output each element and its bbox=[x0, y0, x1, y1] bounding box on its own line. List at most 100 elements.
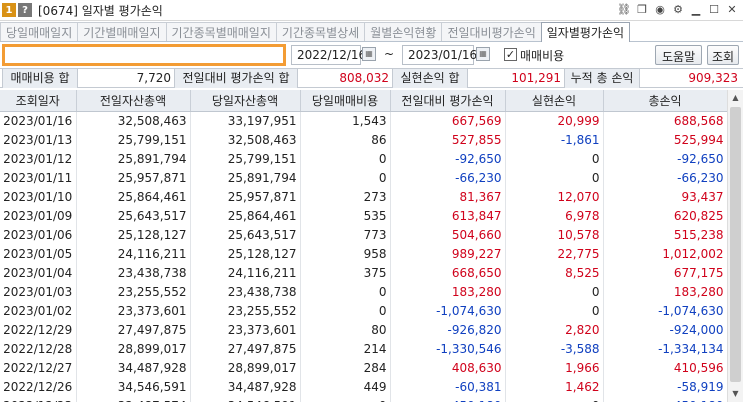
tab-4[interactable]: 월별손익현황 bbox=[364, 22, 443, 41]
table-cell: 25,643,517 bbox=[76, 206, 191, 225]
tab-0[interactable]: 당일매매일지 bbox=[0, 22, 79, 41]
table-row[interactable]: 2022/12/28 28,899,017 27,497,875 214 -1,330,… bbox=[0, 339, 727, 358]
table-cell: -66,230 bbox=[390, 168, 506, 187]
table-row[interactable]: 2023/01/04 23,438,738 24,116,211 375 668,650… bbox=[0, 263, 727, 282]
table-row[interactable]: 2022/12/29 27,497,875 23,373,601 80 -926,820… bbox=[0, 320, 727, 339]
calendar-icon[interactable]: ▦ bbox=[362, 47, 376, 61]
table-cell: 0 bbox=[300, 149, 391, 168]
data-grid[interactable]: 조회일자 전일자산총액 당일자산총액 당일매매비용 전일대비 평가손익 실현손익 총손익 2… bbox=[0, 90, 727, 402]
start-date-input[interactable]: 2022/12/16 bbox=[291, 45, 366, 65]
table-cell: 667,569 bbox=[390, 111, 506, 130]
fee-checkbox-label[interactable]: 매매비용 bbox=[520, 47, 564, 64]
table-cell: -92,650 bbox=[390, 149, 506, 168]
table-cell: -60,381 bbox=[390, 377, 506, 396]
table-cell: 32,487,574 bbox=[76, 396, 191, 402]
column-header[interactable]: 당일자산총액 bbox=[190, 90, 301, 112]
table-cell: -1,861 bbox=[505, 130, 604, 149]
table-cell: 80 bbox=[300, 320, 391, 339]
title-bar: 1 ? [0674] 일자별 평가손익 ⛓ ❐ ◉ ⚙ ▁ ☐ ✕ bbox=[0, 0, 743, 21]
table-cell: 214 bbox=[300, 339, 391, 358]
tab-5[interactable]: 전일대비평가손익 bbox=[441, 22, 542, 41]
vertical-scrollbar[interactable]: ▲ ▼ bbox=[727, 90, 743, 402]
table-row[interactable]: 2023/01/11 25,957,871 25,891,794 0 -66,230 0-… bbox=[0, 168, 727, 187]
eval-pl-label: 전일대비 평가손익 합 bbox=[174, 69, 298, 88]
table-row[interactable]: 2023/01/02 23,373,601 23,255,552 0 -1,074,63… bbox=[0, 301, 727, 320]
table-cell: -450,180 bbox=[390, 396, 506, 402]
tab-2[interactable]: 기간종목별매매일지 bbox=[165, 22, 277, 41]
table-cell: 2023/01/11 bbox=[0, 168, 77, 187]
table-cell: 527,855 bbox=[390, 130, 506, 149]
table-cell: 2023/01/04 bbox=[0, 263, 77, 282]
table-cell: 22,775 bbox=[505, 244, 604, 263]
table-row[interactable]: 2023/01/05 24,116,211 25,128,127 958 989,227… bbox=[0, 244, 727, 263]
link-icon[interactable]: ⛓ bbox=[617, 3, 631, 17]
table-cell: 25,799,151 bbox=[190, 149, 301, 168]
camera-icon[interactable]: ◉ bbox=[653, 3, 667, 17]
table-row[interactable]: 2023/01/12 25,891,794 25,799,151 0 -92,650 0-… bbox=[0, 149, 727, 168]
cumulative-label: 누적 총 손익 bbox=[564, 69, 640, 88]
table-row[interactable]: 2022/12/26 34,546,591 34,487,928 449 -60,381… bbox=[0, 377, 727, 396]
table-cell: 2022/12/26 bbox=[0, 377, 77, 396]
column-header[interactable]: 총손익 bbox=[603, 90, 727, 112]
column-header[interactable]: 전일대비 평가손익 bbox=[390, 90, 506, 112]
table-cell: 2023/01/06 bbox=[0, 225, 77, 244]
table-cell: -92,650 bbox=[603, 149, 727, 168]
table-row[interactable]: 2022/12/2332,487,57434,546,5910-450,1800… bbox=[0, 396, 727, 402]
table-cell: 25,891,794 bbox=[76, 149, 191, 168]
end-date-input[interactable]: 2023/01/16 bbox=[402, 45, 477, 65]
scroll-down-icon[interactable]: ▼ bbox=[728, 386, 743, 402]
table-cell: -450,180 bbox=[603, 396, 727, 402]
tab-bar: 당일매매일지 기간별매매일지 기간종목별매매일지 기간종목별상세 월별손익현황 전일대비평… bbox=[0, 22, 743, 42]
table-cell: 8,525 bbox=[505, 263, 604, 282]
table-cell: 2023/01/05 bbox=[0, 244, 77, 263]
table-cell: 0 bbox=[505, 168, 604, 187]
scroll-thumb[interactable] bbox=[730, 107, 741, 382]
table-row[interactable]: 2023/01/13 25,799,151 32,508,463 86 527,855-… bbox=[0, 130, 727, 149]
scroll-up-icon[interactable]: ▲ bbox=[728, 90, 743, 106]
help-icon[interactable]: ? bbox=[18, 3, 32, 17]
table-cell: 25,891,794 bbox=[190, 168, 301, 187]
tab-6[interactable]: 일자별평가손익 bbox=[540, 22, 631, 42]
calendar-icon[interactable]: ▦ bbox=[476, 47, 490, 61]
table-cell: 773 bbox=[300, 225, 391, 244]
table-cell: 0 bbox=[505, 396, 604, 402]
table-row[interactable]: 2023/01/06 25,128,127 25,643,517 773 504,660… bbox=[0, 225, 727, 244]
fee-total-label: 매매비용 합 bbox=[2, 69, 78, 88]
table-row[interactable]: 2023/01/16 32,508,463 33,197,951 1,543 667,5… bbox=[0, 111, 727, 130]
copy-icon[interactable]: ❐ bbox=[635, 3, 649, 17]
tab-1[interactable]: 기간별매매일지 bbox=[77, 22, 167, 41]
table-cell: 525,994 bbox=[603, 130, 727, 149]
column-header[interactable]: 조회일자 bbox=[0, 90, 77, 112]
fee-checkbox[interactable]: ✓ bbox=[504, 48, 517, 61]
table-cell: 449 bbox=[300, 377, 391, 396]
tab-3[interactable]: 기간종목별상세 bbox=[275, 22, 366, 41]
table-cell: 613,847 bbox=[390, 206, 506, 225]
eval-pl-value: 808,032 bbox=[339, 71, 389, 85]
table-row[interactable]: 2023/01/03 23,255,552 23,438,738 0 183,280 0 1… bbox=[0, 282, 727, 301]
table-cell: 958 bbox=[300, 244, 391, 263]
table-cell: 25,128,127 bbox=[190, 244, 301, 263]
query-button[interactable]: 조회 bbox=[707, 45, 740, 65]
maximize-icon[interactable]: ☐ bbox=[707, 3, 721, 17]
column-header[interactable]: 당일매매비용 bbox=[300, 90, 391, 112]
table-cell: 25,864,461 bbox=[190, 206, 301, 225]
table-cell: 23,373,601 bbox=[76, 301, 191, 320]
minimize-icon[interactable]: ▁ bbox=[689, 3, 703, 17]
table-cell: 32,508,463 bbox=[76, 111, 191, 130]
column-header[interactable]: 실현손익 bbox=[505, 90, 604, 112]
table-cell: 24,116,211 bbox=[76, 244, 191, 263]
column-header[interactable]: 전일자산총액 bbox=[76, 90, 191, 112]
table-cell: 25,643,517 bbox=[190, 225, 301, 244]
close-icon[interactable]: ✕ bbox=[725, 3, 739, 17]
table-row[interactable]: 2022/12/27 34,487,928 28,899,017 284 408,630… bbox=[0, 358, 727, 377]
table-cell: -926,820 bbox=[390, 320, 506, 339]
help-button[interactable]: 도움말 bbox=[655, 45, 703, 65]
table-cell: -1,074,630 bbox=[603, 301, 727, 320]
table-cell: 375 bbox=[300, 263, 391, 282]
table-row[interactable]: 2023/01/10 25,864,461 25,957,871 273 81,367 1… bbox=[0, 187, 727, 206]
table-cell: 10,578 bbox=[505, 225, 604, 244]
account-input[interactable] bbox=[2, 44, 286, 66]
table-row[interactable]: 2023/01/09 25,643,517 25,864,461 535 613,847… bbox=[0, 206, 727, 225]
settings-icon[interactable]: ⚙ bbox=[671, 3, 685, 17]
window-number-badge[interactable]: 1 bbox=[2, 3, 16, 17]
